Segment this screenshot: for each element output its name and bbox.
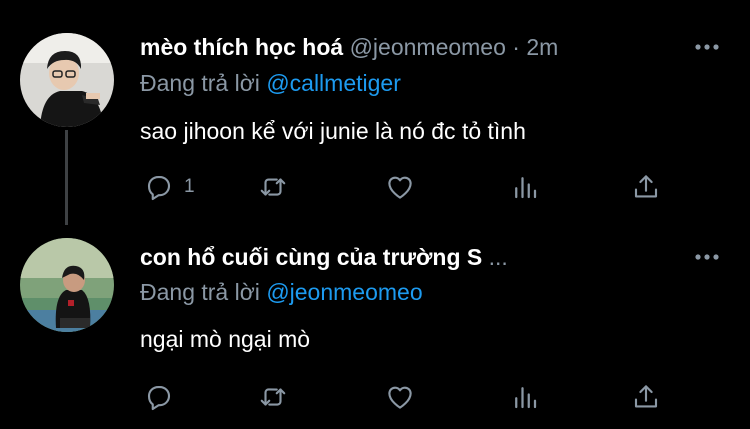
analytics-icon: [515, 177, 537, 199]
share-button[interactable]: [631, 382, 661, 412]
more-icon[interactable]: [694, 40, 720, 54]
like-icon: [388, 386, 412, 409]
tweet-text: sao jihoon kể với junie là nó đc tỏ tình: [140, 118, 526, 144]
reply-mention[interactable]: @callmetiger: [266, 70, 401, 96]
analytics-button[interactable]: [510, 172, 540, 202]
retweet-icon: [260, 388, 286, 406]
more-icon[interactable]: [694, 250, 720, 264]
display-name[interactable]: mèo thích học hoá: [140, 34, 343, 60]
tweet-header: con hổ cuối cùng của trường S ...: [140, 242, 508, 272]
name-truncation: ...: [488, 244, 508, 270]
like-icon: [388, 176, 412, 199]
tweet-2[interactable]: con hổ cuối cùng của trường S ... Đang t…: [0, 220, 750, 429]
retweet-button[interactable]: [257, 382, 289, 412]
like-button[interactable]: [384, 172, 416, 202]
analytics-button[interactable]: [510, 382, 540, 412]
like-button[interactable]: [384, 382, 416, 412]
reply-context: Đang trả lời @callmetiger: [140, 68, 401, 98]
share-button[interactable]: [631, 172, 661, 202]
display-name[interactable]: con hổ cuối cùng của trường S: [140, 244, 482, 270]
tweet-text: ngại mò ngại mò: [140, 326, 311, 352]
retweet-button[interactable]: [257, 172, 289, 202]
avatar-ho[interactable]: [20, 238, 114, 332]
reply-icon: [147, 175, 171, 201]
share-icon: [634, 385, 658, 408]
tweet-1[interactable]: mèo thích học hoá @jeonmeomeo · 2m Đang …: [0, 0, 750, 220]
reply-button[interactable]: 1: [144, 172, 195, 202]
reply-context: Đang trả lời @jeonmeomeo: [140, 277, 423, 307]
reply-prefix: Đang trả lời: [140, 70, 260, 96]
user-handle[interactable]: @jeonmeomeo: [350, 34, 506, 60]
separator-dot: ·: [512, 34, 520, 60]
reply-mention[interactable]: @jeonmeomeo: [266, 279, 422, 305]
share-icon: [634, 175, 658, 198]
action-bar: 1: [0, 172, 750, 202]
reply-count: 1: [184, 176, 195, 197]
analytics-icon: [515, 387, 537, 409]
reply-button[interactable]: [144, 382, 184, 412]
reply-prefix: Đang trả lời: [140, 279, 260, 305]
tweet-header: mèo thích học hoá @jeonmeomeo · 2m: [140, 32, 558, 62]
reply-icon: [147, 385, 171, 411]
timestamp[interactable]: 2m: [526, 34, 558, 60]
retweet-icon: [260, 178, 286, 196]
action-bar: [0, 382, 750, 412]
avatar-meo[interactable]: [20, 33, 114, 127]
